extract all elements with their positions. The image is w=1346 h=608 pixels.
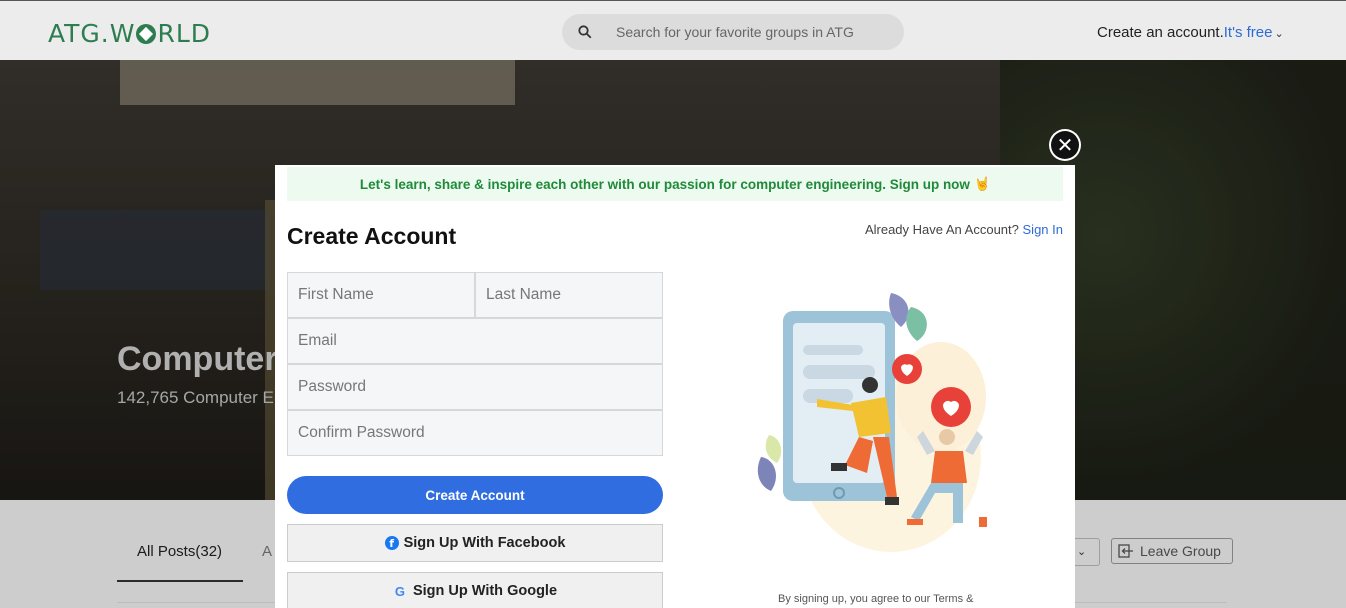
create-account-label: Create an account. [1097, 24, 1224, 41]
search-icon [578, 25, 592, 39]
facebook-signup-label: Sign Up With Facebook [403, 535, 566, 551]
its-free-label: It's free [1223, 24, 1273, 41]
top-navbar: ATG.W RLD Search for your favorite group… [0, 0, 1346, 60]
close-icon: ✕ [1051, 131, 1079, 159]
facebook-signup-button[interactable]: f Sign Up With Facebook [287, 524, 663, 562]
logo-text-right: RLD [157, 19, 212, 48]
signup-illustration [757, 293, 987, 552]
create-account-dropdown[interactable]: Create an account.It's free ⌄ [1097, 24, 1284, 41]
google-icon: G [394, 583, 406, 599]
already-have-account: Already Have An Account? Sign In [865, 222, 1063, 237]
modal-title: Create Account [287, 223, 457, 249]
confirm-password-field[interactable]: Confirm Password [287, 410, 663, 456]
create-account-button[interactable]: Create Account [287, 476, 663, 514]
search-bar[interactable]: Search for your favorite groups in ATG [562, 14, 904, 50]
logo-globe-icon [136, 23, 157, 44]
facebook-icon: f [384, 536, 399, 550]
already-text: Already Have An Account? [864, 222, 1019, 237]
signup-modal: Let's learn, share & inspire each other … [275, 165, 1075, 608]
first-name-field[interactable]: First Name [287, 272, 475, 318]
sign-in-link[interactable]: Sign In [1023, 222, 1063, 237]
search-input[interactable]: Search for your favorite groups in ATG [616, 24, 854, 40]
chevron-down-icon: ⌄ [1274, 28, 1284, 40]
banner-text: Let's learn, share & inspire each other … [359, 176, 970, 192]
terms-text: By signing up, you agree to our Terms & [778, 593, 974, 605]
rock-hand-icon: 🤘 [973, 176, 991, 191]
signup-banner: Let's learn, share & inspire each other … [287, 167, 1063, 201]
last-name-field[interactable]: Last Name [475, 272, 663, 318]
google-signup-label: Sign Up With Google [412, 583, 558, 599]
google-signup-button[interactable]: G Sign Up With Google [287, 572, 663, 608]
password-field[interactable]: Password [287, 364, 663, 410]
email-field[interactable]: Email [287, 318, 663, 364]
logo-text-left: ATG.W [48, 19, 136, 48]
atg-logo[interactable]: ATG.W RLD [48, 19, 211, 48]
close-modal-button[interactable]: ✕ [1049, 129, 1081, 161]
